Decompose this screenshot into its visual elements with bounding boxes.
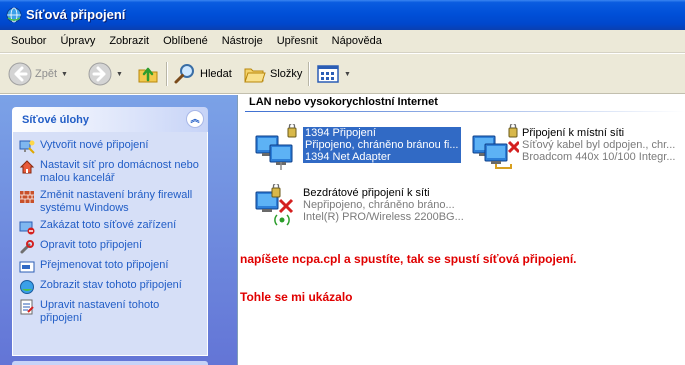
task-firewall[interactable]: Změnit nastavení brány firewall systému … xyxy=(19,189,203,215)
network-tasks-box: Síťové úlohy ︽ Vytvořit nové připojení N… xyxy=(12,107,208,356)
views-button[interactable]: ▼ xyxy=(316,60,351,88)
task-label: Vytvořit nové připojení xyxy=(40,139,149,151)
task-label: Zakázat toto síťové zařízení xyxy=(40,219,177,231)
connection-text: Bezdrátové připojení k síti Nepřipojeno,… xyxy=(303,187,464,223)
task-home-network[interactable]: Nastavit síť pro domácnost nebo malou ka… xyxy=(19,159,203,185)
menu-bar: Soubor Úpravy Zobrazit Oblíbené Nástroje… xyxy=(0,30,685,53)
task-new-connection[interactable]: Vytvořit nové připojení xyxy=(19,139,203,155)
status-icon xyxy=(20,280,34,294)
connection-status: Síťový kabel byl odpojen., chr... xyxy=(522,139,676,151)
annotation-note: napíšete ncpa.cpl a spustíte, tak se spu… xyxy=(240,252,577,266)
pane-divider xyxy=(237,95,238,365)
new-connection-icon xyxy=(19,140,35,154)
firewall-icon xyxy=(20,191,34,203)
task-properties[interactable]: Upravit nastavení tohoto připojení xyxy=(19,299,203,325)
search-label: Hledat xyxy=(200,68,232,80)
connection-wireless[interactable]: Bezdrátové připojení k síti Nepřipojeno,… xyxy=(252,184,472,232)
folders-label: Složky xyxy=(270,68,303,80)
connection-local-area[interactable]: Připojení k místní síti Síťový kabel byl… xyxy=(471,124,685,172)
back-arrow-icon xyxy=(8,62,32,86)
task-pane: Síťové úlohy ︽ Vytvořit nové připojení N… xyxy=(0,95,237,365)
menu-favorites[interactable]: Oblíbené xyxy=(156,35,215,47)
network-tasks-header[interactable]: Síťové úlohy ︽ xyxy=(12,107,208,132)
search-button[interactable]: Hledat xyxy=(173,60,232,88)
group-title: LAN nebo vysokorychlostní Internet xyxy=(249,96,438,108)
task-label: Upravit nastavení tohoto připojení xyxy=(40,299,160,324)
connection-text: Připojení k místní síti Síťový kabel byl… xyxy=(522,127,676,163)
menu-advanced[interactable]: Upřesnit xyxy=(270,35,325,47)
folders-icon xyxy=(244,68,266,83)
back-button[interactable]: Zpět ▼ xyxy=(8,60,68,88)
network-tasks-title: Síťové úlohy xyxy=(22,114,90,126)
connection-name: Připojení k místní síti xyxy=(522,127,625,139)
wireless-disconnected-icon xyxy=(255,184,294,226)
connection-status: Nepřipojeno, chráněno bráno... xyxy=(303,199,455,211)
home-network-icon xyxy=(19,160,35,174)
annotation-note: Tohle se mi ukázalo xyxy=(240,290,353,304)
task-label: Zobrazit stav tohoto připojení xyxy=(40,279,182,291)
forward-arrow-icon xyxy=(88,62,112,86)
title-bar[interactable]: Síťová připojení xyxy=(0,0,685,30)
connection-status: Připojeno, chráněno bránou fi... xyxy=(305,139,459,151)
task-rename[interactable]: Přejmenovat toto připojení xyxy=(19,259,203,275)
menu-tools[interactable]: Nástroje xyxy=(215,35,270,47)
views-icon xyxy=(317,65,339,83)
back-label: Zpět xyxy=(35,68,58,80)
task-label: Změnit nastavení brány firewall systému … xyxy=(40,189,193,214)
views-dropdown-icon[interactable]: ▼ xyxy=(344,71,351,78)
task-label: Opravit toto připojení xyxy=(40,239,143,251)
menu-help[interactable]: Nápověda xyxy=(325,35,389,47)
connection-device: Broadcom 440x 10/100 Integr... xyxy=(522,151,676,163)
properties-icon xyxy=(20,299,34,315)
next-task-box-edge xyxy=(12,361,208,365)
folder-up-icon xyxy=(138,67,158,83)
task-label: Nastavit síť pro domácnost nebo malou ka… xyxy=(40,159,199,184)
rename-icon xyxy=(19,261,35,273)
network-connection-icon xyxy=(255,124,297,170)
window-title: Síťová připojení xyxy=(26,7,126,22)
task-label: Přejmenovat toto připojení xyxy=(40,259,169,271)
disable-icon xyxy=(19,221,35,235)
menu-file[interactable]: Soubor xyxy=(4,35,53,47)
forward-button[interactable]: ▼ xyxy=(88,60,123,88)
network-connections-icon xyxy=(6,7,22,23)
network-tasks-list: Vytvořit nové připojení Nastavit síť pro… xyxy=(12,132,208,356)
connection-name: Bezdrátové připojení k síti xyxy=(303,187,430,199)
task-repair[interactable]: Opravit toto připojení xyxy=(19,239,203,255)
folders-button[interactable]: Složky xyxy=(243,60,302,88)
task-view-status[interactable]: Zobrazit stav tohoto připojení xyxy=(19,279,203,295)
up-button[interactable] xyxy=(136,60,160,88)
connection-1394[interactable]: 1394 Připojení Připojeno, chráněno bráno… xyxy=(252,124,468,172)
connection-device: Intel(R) PRO/Wireless 2200BG... xyxy=(303,211,464,223)
task-disable-device[interactable]: Zakázat toto síťové zařízení xyxy=(19,219,203,235)
connection-device: 1394 Net Adapter xyxy=(305,151,391,163)
toolbar-separator xyxy=(166,62,167,86)
toolbar: Zpět ▼ ▼ Hledat Složky ▼ xyxy=(0,54,685,94)
forward-dropdown-icon[interactable]: ▼ xyxy=(116,71,123,78)
search-icon xyxy=(174,64,194,84)
menu-edit[interactable]: Úpravy xyxy=(53,35,102,47)
toolbar-separator xyxy=(308,62,309,86)
network-disconnected-icon xyxy=(472,124,519,169)
connection-name: 1394 Připojení xyxy=(305,127,376,139)
connection-text: 1394 Připojení Připojeno, chráněno bráno… xyxy=(303,127,461,163)
menu-view[interactable]: Zobrazit xyxy=(102,35,156,47)
group-underline xyxy=(245,111,685,112)
repair-icon xyxy=(20,240,34,254)
back-dropdown-icon[interactable]: ▼ xyxy=(61,71,68,78)
collapse-chevron-icon[interactable]: ︽ xyxy=(186,110,204,128)
